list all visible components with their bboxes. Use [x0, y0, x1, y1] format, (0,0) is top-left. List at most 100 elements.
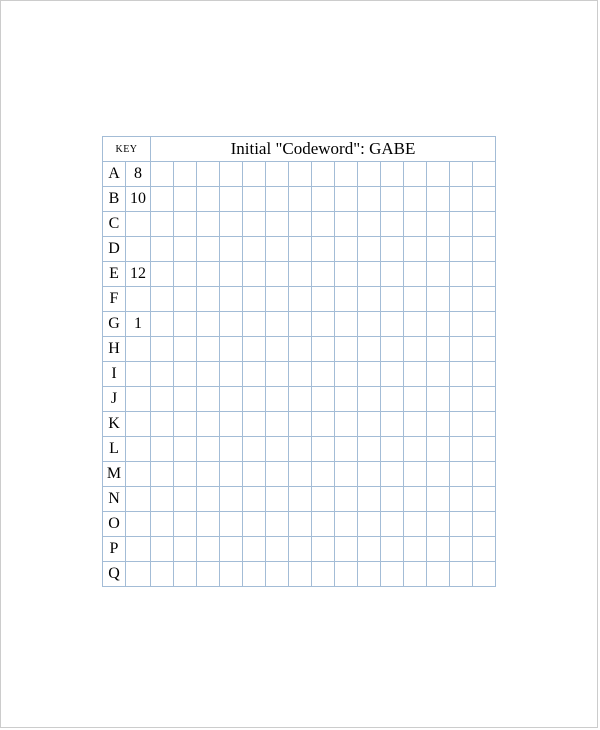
grid-cell: [473, 237, 496, 262]
grid-cell: [335, 212, 358, 237]
grid-cell: [473, 187, 496, 212]
grid-cell: [404, 487, 427, 512]
grid-cell: [358, 537, 381, 562]
grid-cell: [243, 212, 266, 237]
grid-cell: [427, 287, 450, 312]
grid-cell: [197, 562, 220, 587]
grid-cell: [312, 362, 335, 387]
grid-cell: [473, 312, 496, 337]
grid-cell: [381, 262, 404, 287]
grid-cell: [381, 537, 404, 562]
grid-cell: [450, 187, 473, 212]
grid-cell: [404, 312, 427, 337]
grid-cell: [151, 287, 174, 312]
grid-cell: [381, 462, 404, 487]
grid-cell: [197, 262, 220, 287]
grid-cell: [197, 237, 220, 262]
grid-cell: [174, 262, 197, 287]
value-cell: [126, 287, 151, 312]
table-row: D: [103, 237, 496, 262]
grid-cell: [312, 562, 335, 587]
grid-cell: [473, 362, 496, 387]
grid-cell: [427, 212, 450, 237]
table-row: O: [103, 512, 496, 537]
grid-cell: [220, 512, 243, 537]
grid-cell: [243, 237, 266, 262]
table-row: P: [103, 537, 496, 562]
table-row: Q: [103, 562, 496, 587]
grid-cell: [450, 387, 473, 412]
grid-cell: [243, 537, 266, 562]
grid-cell: [220, 312, 243, 337]
letter-cell: B: [103, 187, 126, 212]
grid-cell: [220, 212, 243, 237]
table-row: M: [103, 462, 496, 487]
grid-cell: [473, 162, 496, 187]
grid-cell: [473, 412, 496, 437]
grid-cell: [312, 237, 335, 262]
grid-cell: [450, 412, 473, 437]
grid-cell: [266, 337, 289, 362]
grid-cell: [151, 262, 174, 287]
grid-cell: [404, 512, 427, 537]
grid-cell: [473, 562, 496, 587]
grid-cell: [243, 362, 266, 387]
grid-cell: [197, 312, 220, 337]
grid-cell: [220, 412, 243, 437]
grid-cell: [266, 187, 289, 212]
grid-cell: [243, 487, 266, 512]
value-cell: [126, 437, 151, 462]
grid-cell: [289, 412, 312, 437]
grid-cell: [404, 412, 427, 437]
grid-cell: [197, 412, 220, 437]
grid-cell: [151, 312, 174, 337]
grid-cell: [450, 437, 473, 462]
grid-cell: [289, 262, 312, 287]
grid-cell: [266, 537, 289, 562]
grid-cell: [243, 387, 266, 412]
grid-cell: [197, 187, 220, 212]
grid-cell: [174, 187, 197, 212]
grid-cell: [197, 212, 220, 237]
grid-cell: [174, 387, 197, 412]
letter-cell: K: [103, 412, 126, 437]
grid-cell: [220, 537, 243, 562]
grid-cell: [220, 187, 243, 212]
grid-cell: [404, 187, 427, 212]
grid-cell: [197, 487, 220, 512]
letter-cell: E: [103, 262, 126, 287]
page-container: KEY Initial "Codeword": GABE A8B10CDE12F…: [0, 0, 598, 728]
grid-cell: [266, 462, 289, 487]
grid-cell: [243, 262, 266, 287]
grid-cell: [197, 162, 220, 187]
grid-cell: [335, 362, 358, 387]
grid-cell: [174, 537, 197, 562]
grid-cell: [266, 312, 289, 337]
grid-cell: [312, 287, 335, 312]
grid-cell: [289, 237, 312, 262]
grid-cell: [266, 412, 289, 437]
value-cell: [126, 337, 151, 362]
grid-cell: [381, 237, 404, 262]
grid-cell: [243, 187, 266, 212]
grid-cell: [473, 262, 496, 287]
grid-cell: [473, 512, 496, 537]
grid-cell: [450, 562, 473, 587]
grid-cell: [381, 187, 404, 212]
value-cell: [126, 512, 151, 537]
grid-cell: [174, 462, 197, 487]
grid-cell: [243, 437, 266, 462]
grid-cell: [220, 237, 243, 262]
grid-cell: [335, 187, 358, 212]
grid-cell: [335, 287, 358, 312]
grid-cell: [427, 162, 450, 187]
grid-cell: [335, 512, 358, 537]
table-row: J: [103, 387, 496, 412]
value-cell: [126, 237, 151, 262]
letter-cell: J: [103, 387, 126, 412]
grid-cell: [174, 362, 197, 387]
grid-cell: [197, 462, 220, 487]
grid-cell: [335, 387, 358, 412]
grid-cell: [151, 487, 174, 512]
grid-cell: [220, 287, 243, 312]
